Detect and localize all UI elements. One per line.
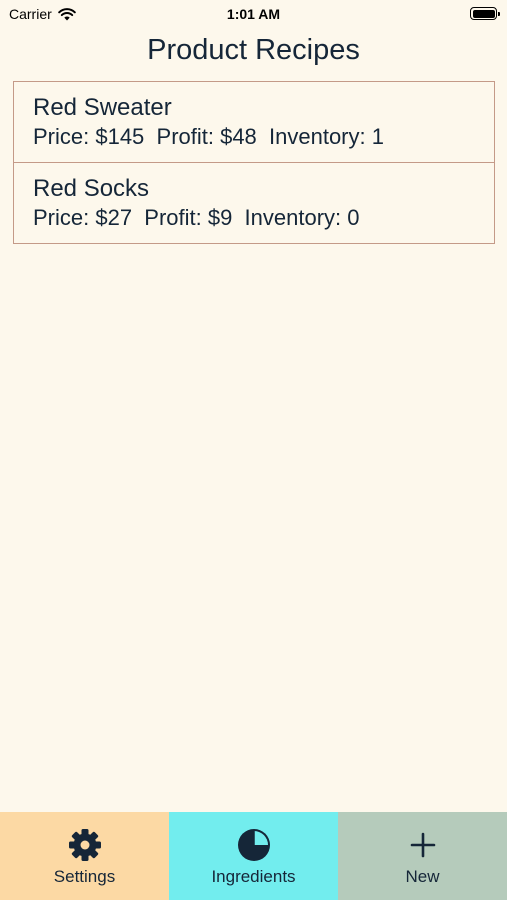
recipe-list: Red Sweater Price: $145 Profit: $48 Inve… (13, 81, 495, 244)
page-title: Product Recipes (147, 34, 360, 66)
app-screen: Carrier 1:01 AM Product Recipes Red Swea… (0, 0, 507, 900)
recipe-item[interactable]: Red Socks Price: $27 Profit: $9 Inventor… (13, 162, 495, 244)
recipe-stats: Price: $27 Profit: $9 Inventory: 0 (33, 205, 360, 230)
recipe-name: Red Sweater (33, 94, 172, 121)
tab-label-settings: Settings (53, 867, 116, 886)
tab-label-ingredients: Ingredients (211, 867, 296, 886)
plus-icon (405, 827, 441, 863)
recipe-name: Red Socks (33, 175, 150, 202)
gear-icon (67, 827, 103, 863)
tab-new[interactable]: New (338, 812, 507, 900)
pie-chart-icon (236, 827, 272, 863)
status-time: 1:01 AM (226, 6, 281, 22)
tab-ingredients[interactable]: Ingredients (169, 812, 338, 900)
status-bar: Carrier 1:01 AM (0, 0, 507, 28)
tab-bar: Settings Ingredients New (0, 812, 507, 900)
recipe-item[interactable]: Red Sweater Price: $145 Profit: $48 Inve… (13, 81, 495, 163)
battery-level (472, 9, 495, 18)
recipe-stats: Price: $145 Profit: $48 Inventory: 1 (33, 124, 384, 149)
tab-settings[interactable]: Settings (0, 812, 169, 900)
tab-label-new: New (405, 867, 440, 886)
battery-icon (470, 7, 500, 20)
